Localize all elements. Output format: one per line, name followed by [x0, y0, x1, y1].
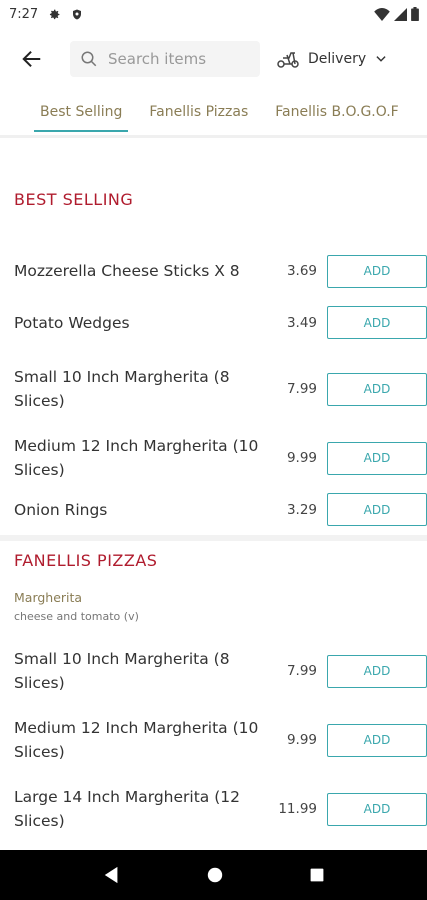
delivery-icon [277, 52, 299, 68]
wifi-icon [374, 7, 390, 21]
arrow-left-icon [22, 50, 41, 68]
battery-icon [411, 7, 419, 21]
subsection-title: Margherita [14, 590, 83, 605]
item-price: 3.29 [286, 501, 317, 518]
settings-icon [50, 9, 60, 19]
back-button[interactable] [18, 45, 46, 73]
tab-best-selling[interactable]: Best Selling [33, 100, 129, 132]
add-button[interactable]: ADD [327, 792, 427, 826]
shield-icon [73, 9, 82, 19]
section-title: FANELLIS PIZZAS [14, 551, 158, 570]
category-tabs: Best Selling Fanellis Pizzas Fanellis B.… [0, 90, 427, 138]
item-price: 3.69 [286, 263, 317, 279]
section-title: BEST SELLING [14, 190, 134, 209]
item-price: 9.99 [286, 450, 317, 466]
item-price: 7.99 [286, 663, 317, 679]
subsection-description: cheese and tomato (v) [14, 610, 139, 623]
item-name: Medium 12 Inch Margherita (10 Slices) [14, 719, 259, 761]
delivery-label: Delivery [308, 51, 367, 67]
fanellis-pizzas-section: FANELLIS PIZZAS Margherita cheese and to… [0, 541, 427, 833]
item-price: 3.49 [286, 314, 317, 331]
list-item: Potato Wedges 3.49 ADD [0, 306, 427, 339]
list-item: Large 14 Inch Margherita (12 Slices) 11.… [0, 785, 427, 833]
chevron-down-icon [376, 56, 386, 62]
search-box[interactable] [70, 41, 260, 77]
item-price: 11.99 [278, 801, 317, 817]
nav-back-icon[interactable] [103, 866, 121, 884]
item-name: Mozzerella Cheese Sticks X 8 [14, 262, 240, 280]
item-name: Large 14 Inch Margherita (12 Slices) [14, 788, 240, 830]
add-button[interactable]: ADD [327, 723, 427, 757]
top-bar: Delivery [0, 28, 427, 90]
add-button[interactable]: ADD [327, 306, 427, 339]
signal-icon [394, 7, 407, 21]
item-name: Small 10 Inch Margherita (8 Slices) [14, 650, 230, 692]
status-bar: 7:27 [0, 0, 427, 28]
add-button[interactable]: ADD [327, 372, 427, 406]
add-button[interactable]: ADD [327, 493, 427, 526]
list-item: Small 10 Inch Margherita (8 Slices) 7.99… [0, 365, 427, 413]
add-button[interactable]: ADD [327, 254, 427, 288]
item-price: 7.99 [286, 381, 317, 397]
tab-fanellis-bogof[interactable]: Fanellis B.O.G.O.F [275, 100, 398, 132]
item-price: 9.99 [286, 732, 317, 748]
search-icon [81, 51, 97, 67]
nav-recents-icon[interactable] [309, 867, 325, 883]
list-item: Small 10 Inch Margherita (8 Slices) 7.99… [0, 647, 427, 695]
add-button[interactable]: ADD [327, 441, 427, 475]
list-item: Mozzerella Cheese Sticks X 8 3.69 ADD [0, 247, 427, 295]
add-button[interactable]: ADD [327, 654, 427, 688]
system-nav-bar [0, 850, 427, 900]
list-item: Onion Rings 3.29 ADD [0, 493, 427, 526]
delivery-selector[interactable]: Delivery [276, 49, 388, 69]
status-time: 7:27 [9, 6, 39, 22]
item-name: Onion Rings [14, 500, 108, 519]
best-selling-section: BEST SELLING Mozzerella Cheese Sticks X … [0, 138, 427, 535]
item-name: Small 10 Inch Margherita (8 Slices) [14, 368, 230, 410]
list-item: Medium 12 Inch Margherita (10 Slices) 9.… [0, 716, 427, 764]
list-item: Medium 12 Inch Margherita (10 Slices) 9.… [0, 434, 427, 482]
nav-home-icon[interactable] [206, 866, 224, 884]
tab-fanellis-pizzas[interactable]: Fanellis Pizzas [149, 100, 248, 132]
search-input[interactable] [106, 49, 250, 69]
item-name: Medium 12 Inch Margherita (10 Slices) [14, 437, 259, 479]
item-name: Potato Wedges [14, 313, 130, 332]
